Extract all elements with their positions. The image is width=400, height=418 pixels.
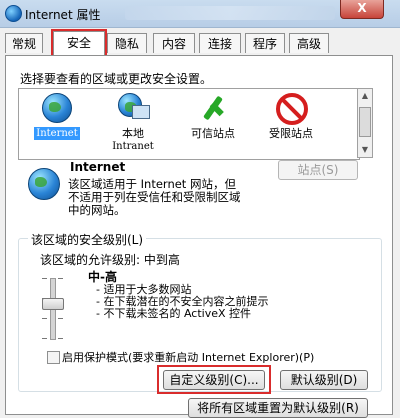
zone-trusted-sites[interactable]: 可信站点 bbox=[177, 93, 249, 140]
zone-label-restricted: 受限站点 bbox=[269, 127, 313, 140]
sites-button[interactable]: 站点(S) bbox=[278, 160, 358, 180]
zone-info-title: Internet bbox=[70, 160, 126, 174]
zone-list: Internet 本地 Intranet 可信站点 受限站点 bbox=[18, 88, 360, 160]
ie-globe-icon bbox=[5, 5, 22, 22]
tab-connections[interactable]: 连接 bbox=[199, 33, 241, 53]
protected-mode-label: 启用保护模式(要求重新启动 Internet Explorer)(P) bbox=[62, 351, 315, 364]
globe-icon bbox=[42, 93, 72, 123]
protected-mode-checkbox[interactable] bbox=[47, 351, 60, 364]
window-title: Internet 属性 bbox=[25, 8, 101, 22]
zone-prompt: 选择要查看的区域或更改安全设置。 bbox=[20, 72, 213, 86]
zone-info-globe-icon bbox=[28, 168, 60, 200]
prohibited-icon bbox=[276, 93, 308, 125]
tab-content[interactable]: 内容 bbox=[153, 33, 195, 53]
zone-label-intranet-line2: Intranet bbox=[112, 141, 154, 152]
default-level-button[interactable]: 默认级别(D) bbox=[280, 370, 368, 390]
reset-all-zones-button[interactable]: 将所有区域重置为默认级别(R) bbox=[188, 398, 368, 418]
zone-info-description: 该区域适用于 Internet 网站，但 不适用于列在受信任和受限制区域 中的网… bbox=[68, 177, 241, 217]
tab-security[interactable]: 安全 bbox=[51, 29, 107, 57]
scroll-thumb[interactable] bbox=[359, 107, 371, 137]
security-slider-thumb[interactable] bbox=[42, 298, 64, 310]
zone-restricted-sites[interactable]: 受限站点 bbox=[255, 93, 327, 140]
tab-programs[interactable]: 程序 bbox=[245, 33, 285, 53]
zone-list-scrollbar[interactable]: ▲ ▼ bbox=[357, 88, 373, 158]
zone-label-trusted: 可信站点 bbox=[191, 127, 235, 140]
zone-local-intranet[interactable]: 本地 Intranet bbox=[97, 93, 169, 153]
close-button[interactable]: X bbox=[340, 0, 384, 19]
checkmark-icon bbox=[198, 93, 228, 123]
custom-level-highlight bbox=[157, 365, 271, 394]
scroll-up-arrow-icon[interactable]: ▲ bbox=[358, 89, 372, 103]
tab-general[interactable]: 常规 bbox=[5, 33, 43, 53]
scroll-down-arrow-icon[interactable]: ▼ bbox=[358, 143, 372, 157]
level-description: - 适用于大多数网站 - 在下载潜在的不安全内容之前提示 - 不下载未签名的 A… bbox=[96, 283, 269, 320]
tab-privacy[interactable]: 隐私 bbox=[107, 33, 147, 53]
allowed-level-label: 该区域的允许级别: 中到高 bbox=[40, 253, 180, 267]
tab-advanced[interactable]: 高级 bbox=[289, 33, 329, 53]
blurred-titlebar-region bbox=[125, 6, 335, 20]
title-bar[interactable]: Internet 属性 X bbox=[0, 0, 400, 28]
internet-options-dialog: Internet 属性 X 常规 安全 隐私 内容 连接 程序 高级 选择要查看… bbox=[0, 0, 400, 418]
zone-internet[interactable]: Internet bbox=[21, 93, 93, 140]
zone-label-intranet-line1: 本地 bbox=[122, 127, 144, 140]
security-level-group-title: 该区域的安全级别(L) bbox=[28, 231, 147, 248]
zone-label-internet: Internet bbox=[34, 127, 80, 140]
